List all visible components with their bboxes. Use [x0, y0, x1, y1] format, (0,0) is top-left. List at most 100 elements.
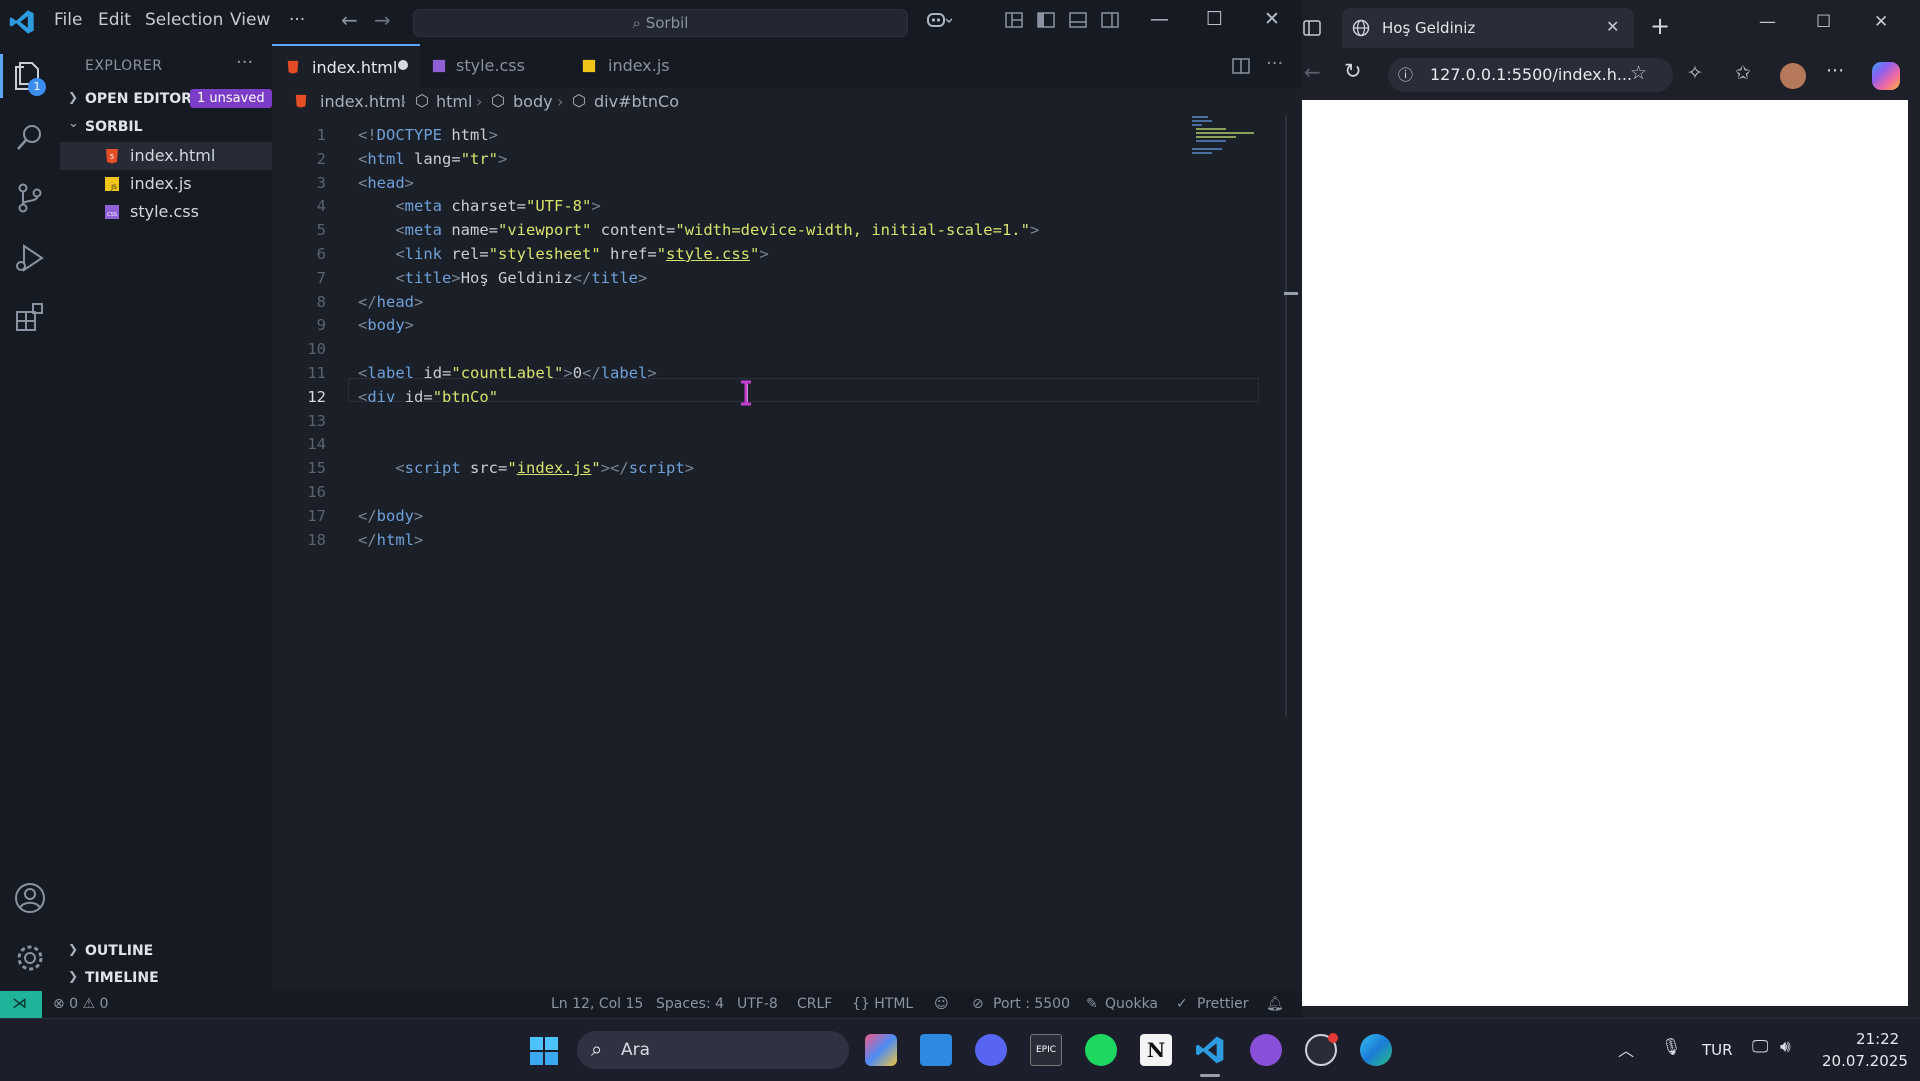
- input-language[interactable]: TUR: [1702, 1041, 1733, 1059]
- clock-date[interactable]: 20.07.2025: [1822, 1052, 1908, 1070]
- language-mode[interactable]: {} HTML: [852, 996, 913, 1012]
- menu-view[interactable]: View: [230, 10, 270, 30]
- vscode-app-icon[interactable]: [1194, 1034, 1226, 1066]
- menu-more[interactable]: ···: [289, 10, 305, 30]
- line-ending[interactable]: CRLF: [797, 996, 832, 1012]
- volume-icon[interactable]: 🔊︎: [1780, 1037, 1791, 1057]
- run-debug-icon[interactable]: [12, 240, 48, 276]
- github-desktop-app-icon[interactable]: [1250, 1034, 1282, 1066]
- microphone-icon[interactable]: 🎙︎: [1661, 1037, 1681, 1056]
- favorites-icon[interactable]: ✩: [1735, 62, 1751, 84]
- notifications-bell-icon[interactable]: 🔔︎: [1266, 996, 1284, 1012]
- prettier-icon: ✓: [1176, 996, 1188, 1012]
- maximize-icon[interactable]: ☐: [1206, 8, 1223, 30]
- minimize-icon[interactable]: —: [1759, 12, 1776, 32]
- tab-style-css[interactable]: style.css: [420, 44, 568, 88]
- edge-app-icon[interactable]: [1360, 1034, 1392, 1066]
- settings-more-icon[interactable]: ···: [1826, 60, 1844, 82]
- extensions-puzzle-icon[interactable]: ✧: [1687, 62, 1703, 84]
- menu-file[interactable]: File: [54, 10, 82, 30]
- source-control-icon[interactable]: [12, 180, 48, 216]
- file-item-index-js[interactable]: JS index.js: [60, 170, 272, 198]
- close-icon[interactable]: ✕: [1874, 12, 1888, 32]
- breadcrumb-separator-icon: ›: [400, 92, 407, 111]
- photos-app-icon[interactable]: [920, 1034, 952, 1066]
- search-icon[interactable]: [12, 120, 48, 156]
- back-icon[interactable]: ←: [1304, 60, 1321, 84]
- code-editor[interactable]: 1 <!DOCTYPE html> 2 <html lang="tr"> 3 <head>…: [272, 116, 1298, 991]
- settings-gear-icon[interactable]: [12, 940, 48, 976]
- timeline-section[interactable]: ❯ TIMELINE: [60, 967, 272, 991]
- discord-app-icon[interactable]: [975, 1034, 1007, 1066]
- breadcrumb-file[interactable]: index.html: [320, 92, 405, 111]
- network-icon[interactable]: 🖵︎: [1752, 1037, 1768, 1057]
- epic-games-app-icon[interactable]: EPIC: [1030, 1034, 1062, 1066]
- taskbar-search[interactable]: ⌕ Ara: [577, 1031, 849, 1069]
- copilot-status-icon[interactable]: ☺: [934, 996, 949, 1012]
- outline-section[interactable]: ❯ OUTLINE: [60, 940, 272, 964]
- tab-index-js[interactable]: index.js: [568, 44, 716, 88]
- file-item-index-html[interactable]: 5 index.html: [60, 142, 272, 170]
- cursor-position[interactable]: Ln 12, Col 15: [551, 996, 643, 1012]
- encoding[interactable]: UTF-8: [737, 996, 778, 1012]
- line-number: 1: [316, 126, 326, 144]
- file-name: index.js: [130, 174, 192, 193]
- indentation[interactable]: Spaces: 4: [656, 996, 724, 1012]
- open-editors-section[interactable]: ❯ OPEN EDITORS 1 unsaved: [60, 88, 272, 112]
- close-icon[interactable]: ✕: [1264, 8, 1280, 30]
- folder-section[interactable]: ⌄ SORBIL: [60, 116, 272, 140]
- menu-edit[interactable]: Edit: [98, 10, 131, 30]
- tab-index-html[interactable]: index.html: [272, 44, 420, 88]
- breadcrumb-div[interactable]: div#btnCo: [594, 92, 679, 111]
- problems-count[interactable]: ⊗ 0 ⚠ 0: [53, 996, 108, 1012]
- toggle-primary-sidebar-icon[interactable]: [1036, 10, 1056, 30]
- command-center[interactable]: ⌕ Sorbil: [413, 9, 908, 37]
- accounts-icon[interactable]: [12, 880, 48, 916]
- prettier-status[interactable]: Prettier: [1197, 996, 1249, 1012]
- taskbar: ⌕ Ara EPIC N ︿ 🎙︎ TUR 🖵︎ 🔊︎ 21:22 20.07.…: [0, 1018, 1920, 1081]
- toggle-secondary-sidebar-icon[interactable]: [1100, 10, 1120, 30]
- widgets-app-icon[interactable]: [865, 1034, 897, 1066]
- show-hidden-icons-icon[interactable]: ︿: [1618, 1037, 1634, 1061]
- minimap[interactable]: [1192, 116, 1254, 156]
- tab-actions-icon[interactable]: [1302, 18, 1322, 38]
- explorer-sidebar: EXPLORER ··· ❯ OPEN EDITORS 1 unsaved ⌄ …: [60, 44, 272, 991]
- windows-start-icon[interactable]: [529, 1036, 559, 1066]
- code-line: <title>Hoş Geldiniz</title>: [395, 268, 648, 287]
- spotify-app-icon[interactable]: [1085, 1034, 1117, 1066]
- toggle-panel-icon[interactable]: [1068, 10, 1088, 30]
- new-tab-icon[interactable]: +: [1650, 12, 1670, 40]
- nav-back-icon[interactable]: ←: [341, 8, 358, 32]
- breadcrumb-html[interactable]: html: [436, 92, 472, 111]
- avatar[interactable]: [1780, 63, 1806, 89]
- quokka-status[interactable]: Quokka: [1105, 996, 1158, 1012]
- more-actions-icon[interactable]: ···: [236, 52, 253, 73]
- maximize-icon[interactable]: ☐: [1816, 12, 1831, 32]
- editor-more-icon[interactable]: ···: [1266, 53, 1283, 74]
- clock-time[interactable]: 21:22: [1856, 1030, 1899, 1048]
- editor-tab-bar: index.html style.css index.js ···: [272, 44, 1302, 88]
- nav-forward-icon[interactable]: →: [374, 8, 391, 32]
- extensions-icon[interactable]: [12, 300, 48, 336]
- split-editor-icon[interactable]: [1231, 56, 1251, 76]
- refresh-icon[interactable]: ↻: [1344, 59, 1362, 83]
- remote-indicator[interactable]: ⋊: [0, 991, 42, 1018]
- customize-layout-icon[interactable]: [1004, 10, 1024, 30]
- activity-bar: 1: [0, 44, 60, 991]
- favorite-star-icon[interactable]: ☆: [1630, 62, 1647, 84]
- file-item-style-css[interactable]: CSS style.css: [60, 198, 272, 226]
- code-line: <meta name="viewport" content="width=dev…: [395, 221, 1040, 240]
- minimize-icon[interactable]: —: [1150, 8, 1169, 30]
- notion-app-icon[interactable]: N: [1140, 1034, 1172, 1066]
- browser-tab[interactable]: Hoş Geldiniz ✕: [1342, 8, 1634, 48]
- live-server-port[interactable]: Port : 5500: [993, 996, 1070, 1012]
- breadcrumb-body[interactable]: body: [513, 92, 553, 111]
- browser-page-content[interactable]: [1302, 100, 1908, 1006]
- copilot-icon[interactable]: [1872, 62, 1900, 90]
- vertical-scrollbar[interactable]: [1285, 116, 1287, 716]
- copilot-icon[interactable]: [926, 10, 952, 30]
- close-tab-icon[interactable]: ✕: [1606, 17, 1619, 36]
- remote-icon: ⋊: [12, 994, 27, 1012]
- menu-selection[interactable]: Selection: [145, 10, 223, 30]
- site-info-icon[interactable]: ⓘ: [1398, 64, 1413, 85]
